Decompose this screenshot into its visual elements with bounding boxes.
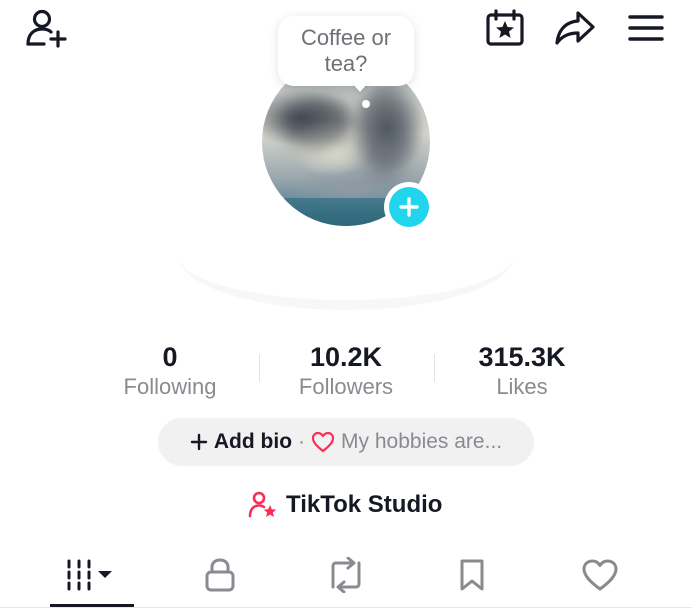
add-bio-label: Add bio	[213, 430, 293, 453]
tabs-divider	[0, 607, 692, 608]
note-bubble[interactable]: Coffee or tea?	[278, 16, 414, 86]
tab-reposts[interactable]	[304, 548, 388, 602]
bookmark-icon	[460, 559, 484, 591]
add-bio: Add bio	[190, 430, 292, 454]
bio-hobbies-placeholder: My hobbies are...	[341, 430, 503, 453]
tab-videos[interactable]	[50, 548, 134, 602]
followers-label: Followers	[298, 374, 394, 399]
calendar-star-icon	[486, 9, 524, 46]
add-bio-button[interactable]: Add bio · My hobbies are...	[158, 418, 534, 466]
tab-liked[interactable]	[558, 548, 642, 602]
note-bubble-tail	[351, 82, 369, 92]
followers-stat[interactable]: 10.2K Followers	[261, 342, 431, 400]
tab-saved[interactable]	[430, 548, 514, 602]
likes-label: Likes	[496, 374, 548, 399]
share-button[interactable]	[550, 6, 600, 50]
lock-icon	[205, 558, 235, 592]
repost-icon	[331, 557, 361, 593]
note-bubble-dot	[362, 100, 370, 108]
plus-badge-circle	[389, 187, 429, 227]
plus-icon	[190, 433, 208, 451]
following-count: 0	[162, 342, 178, 372]
share-icon	[555, 11, 595, 45]
bio-separator: ·	[298, 430, 306, 453]
avatar-cloud	[282, 98, 352, 148]
followers-count: 10.2K	[309, 342, 383, 372]
plus-icon	[399, 197, 419, 217]
add-friend-button[interactable]	[22, 6, 70, 50]
stat-divider	[259, 354, 260, 382]
add-friend-icon	[26, 9, 67, 48]
menu-button[interactable]	[622, 6, 670, 50]
studio-label: TikTok Studio	[286, 491, 443, 518]
following-stat[interactable]: 0 Following	[85, 342, 255, 400]
note-text: Coffee or tea?	[300, 25, 392, 76]
add-story-button[interactable]	[384, 182, 434, 232]
following-label: Following	[123, 374, 217, 399]
videos-grid-icon	[67, 559, 112, 591]
tiktok-studio-link[interactable]: TikTok Studio	[248, 488, 442, 522]
heart-icon	[582, 559, 618, 591]
stat-divider	[434, 354, 435, 382]
menu-icon	[628, 15, 664, 41]
bio-hobbies: My hobbies are...	[311, 430, 502, 454]
studio-person-star-icon	[248, 491, 277, 518]
calendar-button[interactable]	[482, 6, 528, 50]
likes-count: 315.3K	[478, 342, 566, 372]
heart-icon	[311, 431, 335, 453]
tab-private[interactable]	[178, 548, 262, 602]
likes-stat[interactable]: 315.3K Likes	[437, 342, 607, 400]
